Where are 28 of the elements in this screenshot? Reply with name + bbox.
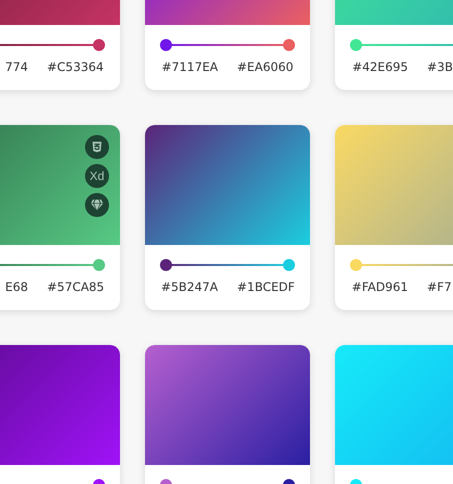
hex-code: #EA6060 <box>237 60 294 74</box>
hex-code: #57CA85 <box>47 280 104 294</box>
color-stop[interactable] <box>93 259 105 271</box>
gradient-card[interactable]: #42E695 #3B <box>335 0 453 90</box>
hex-code: E68 <box>5 280 28 294</box>
hex-code: #FAD961 <box>352 280 408 294</box>
hex-code: #1BCEDF <box>237 280 295 294</box>
hex-code: #C53364 <box>47 60 104 74</box>
hex-code: 774 <box>5 60 28 74</box>
color-stop[interactable] <box>283 39 295 51</box>
color-stop[interactable] <box>283 259 295 271</box>
xd-button[interactable]: Xd <box>85 164 109 188</box>
hex-code: #F7 <box>427 280 452 294</box>
css-icon[interactable] <box>85 135 109 159</box>
hex-code: #42E695 <box>352 60 408 74</box>
color-stop[interactable] <box>160 259 172 271</box>
hex-code: #7117EA <box>162 60 218 74</box>
color-stop[interactable] <box>350 39 362 51</box>
gradient-card[interactable]: #FAD961 #F7 <box>335 125 453 310</box>
gradient-card[interactable]: #7117EA #EA6060 <box>145 0 310 90</box>
gradient-card[interactable]: 774 #C53364 <box>0 0 120 90</box>
gradient-card[interactable]: #5B247A #1BCEDF <box>145 125 310 310</box>
color-stop[interactable] <box>350 259 362 271</box>
gradient-card[interactable]: Xd E68 #57CA85 <box>0 125 120 310</box>
color-stop[interactable] <box>93 39 105 51</box>
hex-code: #3B <box>427 60 453 74</box>
color-stop[interactable] <box>160 39 172 51</box>
hex-code: #5B247A <box>160 280 218 294</box>
